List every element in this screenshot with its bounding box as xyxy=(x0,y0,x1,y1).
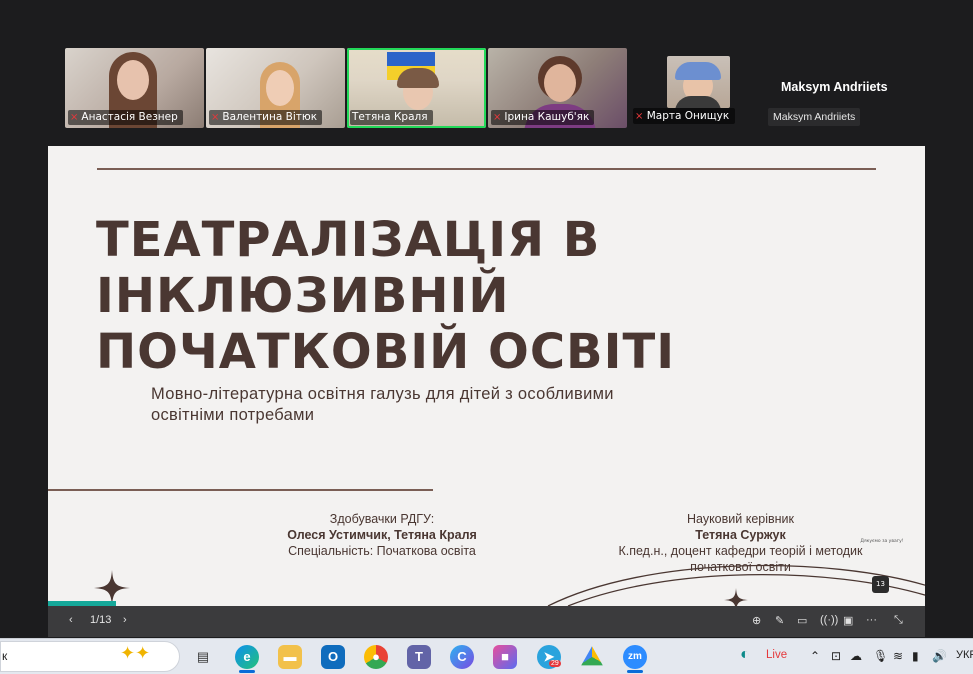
mic-muted-icon: ⨯ xyxy=(635,111,644,122)
participant-name: Валентина Вітюк xyxy=(222,111,318,123)
chrome-icon[interactable]: ● xyxy=(364,645,388,669)
microphone-icon[interactable]: 🎙 xyxy=(873,649,888,663)
slide-title: ТЕАТРАЛІЗАЦІЯ В ІНКЛЮЗИВНІЙ ПОЧАТКОВІЙ О… xyxy=(96,212,796,380)
participant-name: Марта Онищук xyxy=(646,110,730,122)
slide-thumbnail-text: Дякуємо за увагу! xyxy=(860,539,904,544)
presentation-slide: ТЕАТРАЛІЗАЦІЯ В ІНКЛЮЗИВНІЙ ПОЧАТКОВІЙ О… xyxy=(48,146,925,606)
file-explorer-icon[interactable]: ▬ xyxy=(278,645,302,669)
slide-control-bar: ‹ 1/13 › ⊕ ✎ ▭ ((·)) ▣ ··· ⤡ xyxy=(48,606,925,637)
language-indicator[interactable]: УКР xyxy=(956,649,973,661)
live-score-icon[interactable]: ◐ xyxy=(740,646,750,664)
participant-name: Анастасія Везнер xyxy=(81,111,178,123)
participant-name-tag: Тетяна Краля xyxy=(350,110,433,125)
title-line: ПОЧАТКОВІЙ ОСВІТІ xyxy=(96,324,676,380)
participant-name-tag: ⨯ Анастасія Везнер xyxy=(68,110,183,125)
copilot-icon[interactable]: C xyxy=(450,645,474,669)
edge-icon[interactable]: e xyxy=(235,645,259,669)
zoom-icon[interactable]: ⊕ xyxy=(752,614,761,627)
ms365-icon[interactable]: ■ xyxy=(493,645,517,669)
google-drive-icon[interactable] xyxy=(581,646,603,666)
task-view-icon[interactable]: ▤ xyxy=(191,645,215,669)
divider xyxy=(48,489,433,491)
active-indicator xyxy=(627,670,643,673)
zoom-icon[interactable]: zm xyxy=(623,645,647,669)
volume-icon[interactable]: 🔊 xyxy=(932,649,947,663)
subtitles-icon[interactable]: ▭ xyxy=(797,614,807,627)
participant-tile[interactable]: ⨯ Валентина Вітюк xyxy=(206,48,345,128)
mic-muted-icon: ⨯ xyxy=(211,112,220,123)
slide-subtitle: Мовно-літературна освітня галузь для діт… xyxy=(151,384,651,426)
participant-name-tag: ⨯ Марта Онищук xyxy=(633,108,736,124)
title-line: ТЕАТРАЛІЗАЦІЯ В xyxy=(96,212,601,268)
participant-name-tag: ⨯ Ірина Кашуб'як xyxy=(491,110,595,125)
battery-icon[interactable]: ▮ xyxy=(912,649,919,663)
subtitle-line: освітніми потребами xyxy=(151,406,315,424)
participant-name: Тетяна Краля xyxy=(352,111,428,123)
screen: ⨯ Анастасія Везнер ⨯ Валентина Вітюк Тетян… xyxy=(0,0,973,674)
chevron-right-icon[interactable]: › xyxy=(123,614,127,626)
decorative-arcs xyxy=(547,564,925,606)
search-text: к xyxy=(2,649,8,663)
participant-tile-speaking[interactable]: Тетяна Краля xyxy=(347,48,486,128)
mic-muted-icon: ⨯ xyxy=(493,112,502,123)
collapse-icon[interactable]: ⤡ xyxy=(894,614,903,627)
page-indicator: 1/13 xyxy=(90,614,112,626)
subtitle-line: Мовно-літературна освітня галузь для діт… xyxy=(151,385,614,403)
chevron-up-icon[interactable]: ⌃ xyxy=(810,649,820,663)
supervisor-label: Науковий керівник xyxy=(686,512,794,526)
participant-tile[interactable]: ⨯ Анастасія Везнер xyxy=(65,48,204,128)
divider xyxy=(97,168,876,170)
slide-count-badge: 13 xyxy=(872,576,889,593)
pen-icon[interactable]: ✎ xyxy=(775,614,784,627)
chevron-left-icon[interactable]: ‹ xyxy=(69,614,73,626)
participant-name: Ірина Кашуб'як xyxy=(504,111,590,123)
network-sync-icon[interactable]: ☁ xyxy=(850,649,862,663)
participant-name-tag: ⨯ Валентина Вітюк xyxy=(209,110,323,125)
taskbar-search-input[interactable]: к xyxy=(0,641,180,672)
outlook-icon[interactable]: O xyxy=(321,645,345,669)
windows-taskbar: к ✦✦ ▤ e ▬ O ● T C ■ ➤ 29 zm ◐ Live ⌃ ⊡ … xyxy=(0,638,973,674)
participant-tile[interactable]: ⨯ Ірина Кашуб'як xyxy=(488,48,627,128)
broadcast-icon[interactable]: ((·)) xyxy=(820,614,838,626)
mic-muted-icon: ⨯ xyxy=(70,112,79,123)
participant-tile[interactable] xyxy=(667,56,730,108)
more-icon[interactable]: ··· xyxy=(866,614,877,626)
slides-icon[interactable]: ▣ xyxy=(843,614,853,627)
title-line: ІНКЛЮЗИВНІЙ xyxy=(96,268,510,324)
live-label[interactable]: Live xyxy=(766,649,787,661)
wifi-icon[interactable]: ≋ xyxy=(893,649,903,663)
cap-shape xyxy=(675,62,721,80)
participant-name-large[interactable]: Maksym Andriiets xyxy=(781,80,888,94)
teams-icon[interactable]: T xyxy=(407,645,431,669)
participant-name-tag: Maksym Andriiets xyxy=(768,108,861,126)
onenote-icon[interactable]: ⊡ xyxy=(831,649,841,663)
copilot-sparkle-icon[interactable]: ✦✦ xyxy=(120,643,150,664)
active-indicator xyxy=(239,670,255,673)
participant-strip: ⨯ Анастасія Везнер ⨯ Валентина Вітюк Тетян… xyxy=(65,48,627,128)
telegram-badge: 29 xyxy=(549,660,561,667)
